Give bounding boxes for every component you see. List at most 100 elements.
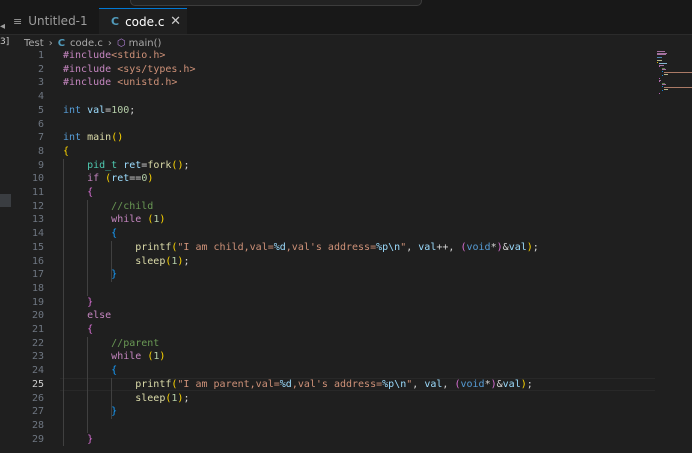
code-text: int main(): [63, 132, 124, 144]
line-number: 6: [37, 118, 44, 130]
title-bar: [0, 0, 692, 8]
code-line[interactable]: 17 }: [0, 268, 660, 282]
line-number: 16: [31, 255, 44, 267]
code-line[interactable]: 27 }: [0, 405, 660, 419]
code-text: if (ret==0): [87, 173, 154, 185]
code-text: {: [87, 187, 94, 198]
line-number: 8: [37, 145, 44, 157]
code-line[interactable]: 2 #include <sys/types.h>: [0, 63, 660, 77]
code-text: {: [63, 145, 70, 157]
tab-code-c[interactable]: C code.c ✕: [99, 8, 187, 34]
code-text: //child: [63, 200, 154, 212]
line-number: 2: [37, 63, 44, 75]
code-line[interactable]: 10 if (ret==0): [0, 172, 660, 186]
line-number: 14: [31, 228, 44, 240]
code-editor[interactable]: 1 #include<stdio.h> 2 #include <sys/types.h…: [0, 49, 660, 453]
c-file-icon: C: [57, 37, 66, 49]
tab-label: Untitled-1: [28, 14, 88, 28]
minimap-line: [661, 84, 666, 85]
code-line[interactable]: 15 printf("I am child,val=%d,val's addre…: [0, 241, 660, 255]
line-number: 23: [31, 351, 44, 363]
code-line[interactable]: 6: [0, 118, 660, 132]
chevron-right-icon: ›: [48, 37, 53, 49]
code-text: }: [111, 269, 118, 281]
line-number: 19: [31, 296, 44, 308]
code-line[interactable]: 8{: [0, 145, 660, 159]
code-line[interactable]: 21 {: [0, 323, 660, 337]
code-line[interactable]: 26 sleep(1);: [0, 392, 660, 406]
tab-untitled-1[interactable]: ≡ Untitled-1: [13, 8, 99, 34]
code-line[interactable]: 7 int main(): [0, 131, 660, 145]
function-cube-icon: ⬡: [116, 37, 126, 49]
code-line[interactable]: 19 }: [0, 296, 660, 310]
line-number: 27: [31, 406, 44, 418]
code-text: #include <sys/types.h>: [63, 63, 196, 75]
line-number: 18: [31, 282, 44, 294]
code-line[interactable]: 1 #include<stdio.h>: [0, 49, 660, 63]
minimap-line: [661, 69, 666, 70]
code-line[interactable]: 28: [0, 419, 660, 433]
indent-guide: [87, 336, 89, 433]
minimap-line: [664, 73, 669, 75]
code-line[interactable]: 29 }: [0, 433, 660, 447]
code-text: }: [87, 296, 94, 308]
code-text: while (1): [111, 351, 166, 363]
line-number: 28: [31, 419, 44, 431]
breadcrumb-folder[interactable]: Test: [24, 38, 44, 49]
line-number: 29: [31, 433, 44, 445]
line-number: 25: [31, 378, 44, 390]
line-number: 7: [37, 132, 44, 144]
code-line[interactable]: 11 {: [0, 186, 660, 200]
minimap-line: [659, 64, 665, 66]
code-text: {: [111, 228, 118, 240]
code-line[interactable]: 22 //parent: [0, 337, 660, 351]
code-text: int val=100;: [63, 104, 136, 116]
code-text: //parent: [63, 337, 160, 349]
code-text: {: [87, 324, 94, 335]
lines-icon: ≡: [13, 14, 23, 28]
code-line[interactable]: 25 printf("I am parent,val=%d,val's addr…: [0, 377, 660, 392]
minimap-line: [664, 72, 692, 73]
indent-guide: [111, 377, 113, 419]
code-text: #include <unistd.h>: [63, 77, 178, 89]
line-number: 20: [31, 310, 44, 322]
code-line[interactable]: 14 {: [0, 227, 660, 241]
code-line[interactable]: 3 #include <unistd.h>: [0, 76, 660, 90]
tab-bar: ◂ ≡ Untitled-1 C code.c ✕: [0, 8, 692, 35]
minimap-line: [657, 57, 663, 58]
code-text: printf("I am child,val=%d,val's address=…: [135, 241, 539, 253]
line-number: 13: [31, 214, 44, 226]
code-text: sleep(1);: [135, 255, 190, 267]
chevron-left-icon[interactable]: ◂: [0, 21, 5, 32]
code-line[interactable]: 9 pid_t ret=fork();: [0, 159, 660, 173]
indent-guide: [63, 158, 64, 447]
indent-guide: [111, 240, 113, 282]
indent-guide: [87, 199, 89, 296]
command-center[interactable]: [130, 0, 422, 6]
code-text: else: [87, 310, 112, 322]
close-icon[interactable]: ✕: [170, 14, 181, 29]
line-number: 21: [31, 324, 44, 335]
line-number: 10: [31, 173, 44, 185]
code-line[interactable]: 16 sleep(1);: [0, 255, 660, 269]
minimap[interactable]: [655, 49, 692, 453]
code-line[interactable]: 4: [0, 90, 660, 104]
minimap-line: [657, 60, 662, 61]
line-number: 11: [31, 187, 44, 198]
code-line[interactable]: 12 //child: [0, 200, 660, 214]
code-line[interactable]: 18: [0, 282, 660, 296]
minimap-line: [657, 54, 666, 55]
code-line[interactable]: 5 int val=100;: [0, 104, 660, 118]
code-line[interactable]: 24 {: [0, 364, 660, 378]
side-panel-label: 3]: [0, 37, 10, 47]
breadcrumb-file[interactable]: code.c: [70, 38, 103, 49]
c-file-icon: C: [111, 15, 120, 28]
breadcrumb-symbol[interactable]: main(): [129, 38, 162, 49]
code-text: sleep(1);: [135, 392, 190, 404]
code-line[interactable]: 13 while (1): [0, 213, 660, 227]
code-line[interactable]: 23 while (1): [0, 350, 660, 364]
code-text: }: [111, 406, 118, 418]
code-line[interactable]: 20 else: [0, 309, 660, 323]
line-number: 26: [31, 392, 44, 404]
code-text: #include<stdio.h>: [63, 50, 166, 61]
